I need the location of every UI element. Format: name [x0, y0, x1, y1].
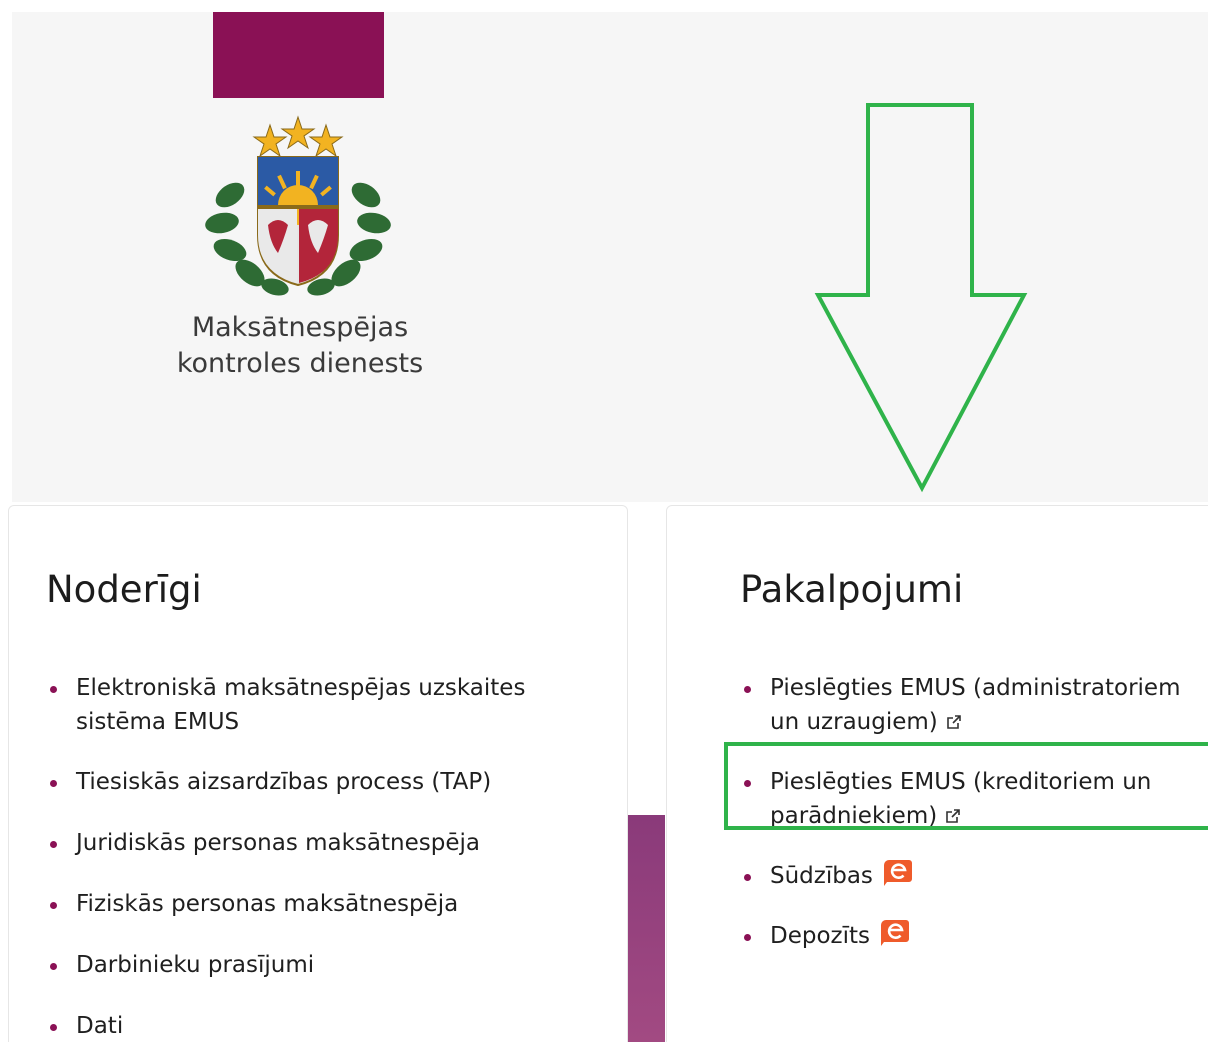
service-link-label: Depozīts [770, 923, 870, 949]
org-name-line1: Maksātnespējas [191, 312, 409, 343]
annotation-arrow-down-icon [814, 103, 1028, 493]
useful-link-employee-claims[interactable]: Darbinieku prasījumi [46, 948, 606, 982]
service-link-label: un uzraugiem) [770, 709, 938, 735]
useful-link-legal-insolvency[interactable]: Juridiskās personas maksātnespēja [46, 826, 606, 860]
coat-of-arms-icon[interactable] [200, 115, 396, 300]
e-service-icon [881, 920, 909, 946]
brand-bar [213, 12, 384, 98]
org-name[interactable]: Maksātnespējas kontroles dienests [150, 310, 450, 382]
external-link-icon [946, 715, 961, 729]
useful-link-tap[interactable]: Tiesiskās aizsardzības process (TAP) [46, 765, 606, 799]
service-link-label: Pieslēgties EMUS (administratoriem [770, 675, 1181, 701]
useful-links-list: Elektroniskā maksātnespējas uzskaites si… [46, 671, 606, 1042]
service-link-complaints[interactable]: Sūdzības [740, 859, 1208, 893]
useful-links-card: Noderīgi Elektroniskā maksātnespējas uzs… [8, 505, 628, 1042]
page: Maksātnespējas kontroles dienests Noderī… [0, 0, 1208, 1042]
useful-link-emus[interactable]: Elektroniskā maksātnespējas uzskaites si… [46, 671, 606, 739]
useful-link-data[interactable]: Dati [46, 1009, 606, 1042]
decorative-band [628, 815, 665, 1042]
e-service-icon [883, 860, 912, 886]
service-link-emus-administrators[interactable]: Pieslēgties EMUS (administratoriem un uz… [740, 671, 1208, 739]
service-link-label: Sūdzības [770, 863, 873, 889]
annotation-highlight-box [724, 742, 1208, 830]
useful-links-title: Noderīgi [46, 568, 202, 611]
services-title: Pakalpojumi [740, 568, 964, 611]
useful-link-personal-insolvency[interactable]: Fiziskās personas maksātnespēja [46, 887, 606, 921]
service-link-deposit[interactable]: Depozīts [740, 919, 1208, 953]
org-name-line2: kontroles dienests [176, 348, 424, 379]
